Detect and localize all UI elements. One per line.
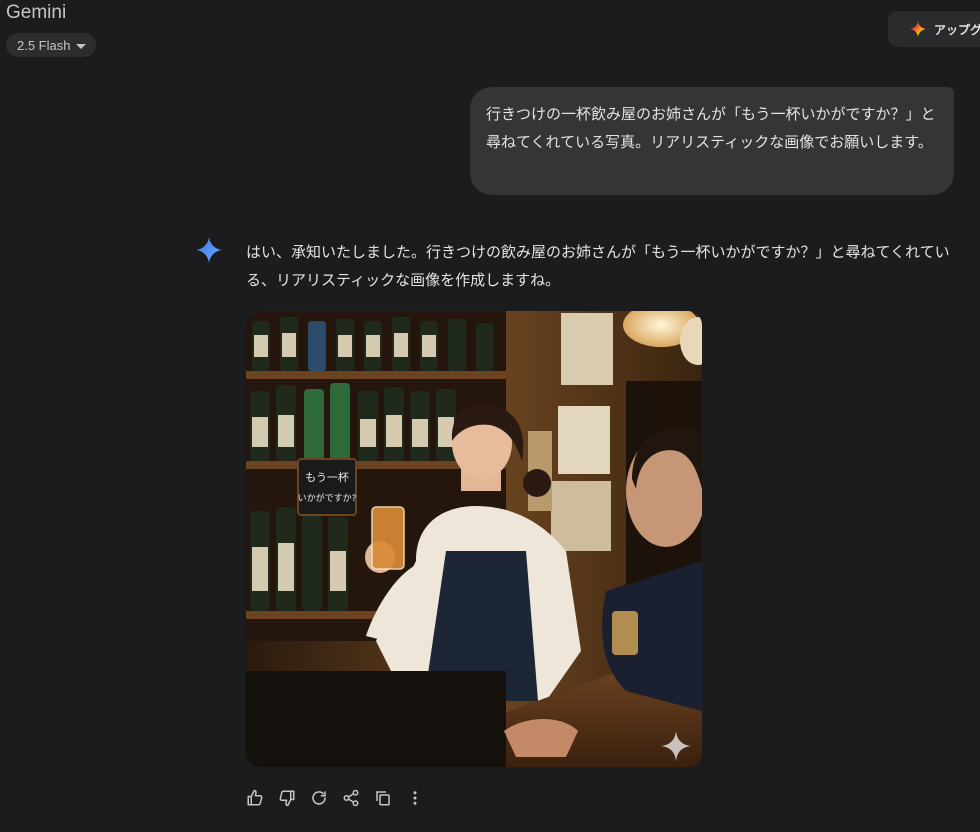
generated-image[interactable]: もう一杯 いかがですか? bbox=[246, 311, 702, 767]
caret-down-icon bbox=[76, 43, 87, 49]
copy-icon bbox=[376, 791, 390, 806]
share-button[interactable] bbox=[342, 788, 360, 808]
model-selector[interactable]: 2.5 Flash bbox=[6, 33, 97, 57]
user-message-text: 行きつけの一杯飲み屋のお姉さんが「もう一杯いかがですか？」と尋ねてくれている写真… bbox=[486, 105, 936, 151]
more-options-button[interactable] bbox=[406, 788, 424, 808]
app-title[interactable]: Gemini bbox=[6, 2, 66, 24]
thumbs-up-button[interactable] bbox=[246, 788, 264, 808]
thumbs-down-button[interactable] bbox=[278, 788, 296, 808]
share-icon bbox=[343, 789, 359, 807]
model-label: 2.5 Flash bbox=[17, 37, 71, 53]
thumbs-up-icon bbox=[247, 789, 263, 806]
assistant-reply: はい、承知いたしました。行きつけの飲み屋のお姉さんが「もう一杯いかがですか？」と… bbox=[246, 243, 950, 289]
upgrade-button[interactable]: アップグ bbox=[888, 11, 980, 47]
user-message-bubble: 行きつけの一杯飲み屋のお姉さんが「もう一杯いかがですか？」と尋ねてくれている写真… bbox=[470, 87, 954, 195]
regenerate-button[interactable] bbox=[310, 788, 328, 808]
gemini-sparkle-icon bbox=[910, 21, 926, 37]
thumbs-down-icon bbox=[279, 790, 295, 807]
more-vert-icon bbox=[413, 791, 417, 805]
refresh-icon bbox=[312, 791, 326, 805]
chalkboard-text-line2: いかがですか? bbox=[298, 492, 357, 504]
chalkboard-text-line1: もう一杯 bbox=[305, 470, 349, 484]
gemini-spark-icon bbox=[196, 237, 222, 263]
copy-button[interactable] bbox=[374, 788, 392, 808]
response-actions bbox=[246, 788, 424, 808]
upgrade-label: アップグ bbox=[934, 22, 980, 37]
